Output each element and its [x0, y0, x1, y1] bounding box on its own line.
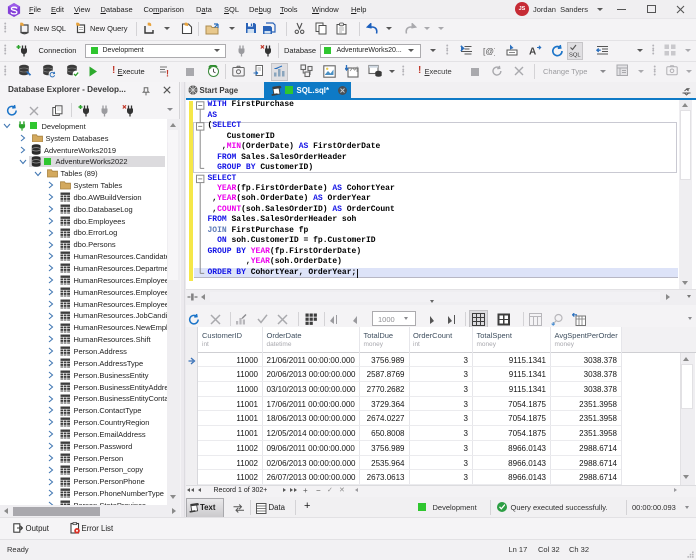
svg-text:[@]: [@]	[483, 46, 495, 56]
svg-text:!: !	[166, 69, 169, 79]
svg-text:SQL: SQL	[569, 53, 581, 59]
svg-text:A: A	[529, 47, 536, 58]
